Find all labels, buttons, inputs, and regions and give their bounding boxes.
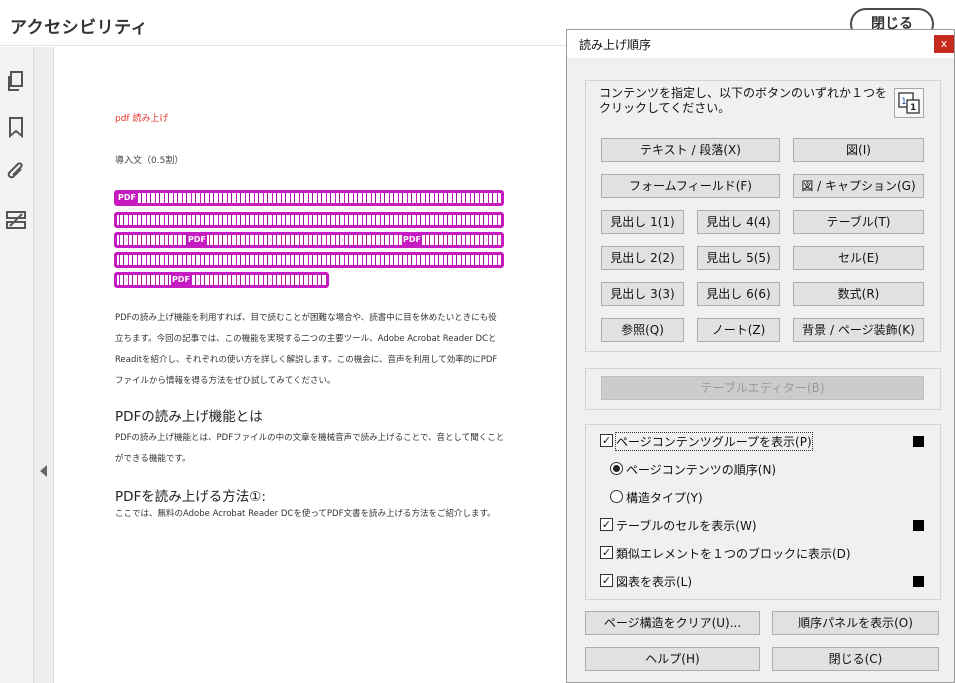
table-editor-button: テーブルエディター(B) <box>601 376 924 400</box>
close-icon[interactable]: x <box>934 35 954 53</box>
show-table-cells-checkbox[interactable]: ✓ <box>600 518 613 531</box>
doc-heading: PDFの読み上げ機能とは <box>115 409 263 425</box>
table-cells-color-swatch[interactable] <box>913 520 924 531</box>
highlight-pdf-tag: PDF <box>171 275 191 285</box>
document-page: pdf 読み上げ 導入文（0.5割） PDF PDF PDF PDF PDFの読… <box>54 47 566 683</box>
heading-3-button[interactable]: 見出し 3(3) <box>601 282 684 306</box>
content-order-radio[interactable] <box>610 462 623 475</box>
show-tables-figures-label[interactable]: 図表を表示(L) <box>616 573 692 590</box>
doc-heading: PDFを読み上げる方法①: <box>115 489 266 505</box>
doc-small-title: pdf 読み上げ <box>115 114 169 124</box>
table-button[interactable]: テーブル(T) <box>793 210 924 234</box>
heading-2-button[interactable]: 見出し 2(2) <box>601 246 684 270</box>
note-button[interactable]: ノート(Z) <box>697 318 780 342</box>
bookmark-icon[interactable] <box>4 115 28 139</box>
svg-text:1: 1 <box>901 97 907 107</box>
highlight-pdf-tag: PDF <box>187 235 207 245</box>
heading-4-button[interactable]: 見出し 4(4) <box>697 210 780 234</box>
svg-text:1: 1 <box>910 103 916 113</box>
show-content-groups-checkbox[interactable]: ✓ <box>600 434 613 447</box>
heading-5-button[interactable]: 見出し 5(5) <box>697 246 780 270</box>
cell-button[interactable]: セル(E) <box>793 246 924 270</box>
collapse-arrow-icon[interactable] <box>40 465 47 477</box>
structure-type-radio[interactable] <box>610 490 623 503</box>
show-tables-figures-checkbox[interactable]: ✓ <box>600 574 613 587</box>
pages-icon[interactable] <box>4 69 28 93</box>
dialog-title: 読み上げ順序 <box>579 38 652 52</box>
show-order-panel-button[interactable]: 順序パネルを表示(O) <box>772 611 939 635</box>
doc-intro: 導入文（0.5割） <box>115 156 184 166</box>
content-order-label[interactable]: ページコンテンツの順序(N) <box>626 461 776 478</box>
show-table-cells-label[interactable]: テーブルのセルを表示(W) <box>616 517 757 534</box>
formula-button[interactable]: 数式(R) <box>793 282 924 306</box>
structure-type-label[interactable]: 構造タイプ(Y) <box>626 489 703 506</box>
close-button[interactable]: 閉じる(C) <box>772 647 939 671</box>
text-paragraph-button[interactable]: テキスト / 段落(X) <box>601 138 780 162</box>
order-highlight-block[interactable] <box>114 212 504 228</box>
reference-button[interactable]: 参照(Q) <box>601 318 684 342</box>
reading-order-dialog: 読み上げ順序 x コンテンツを指定し、以下のボタンのいずれか１つをクリックしてく… <box>566 29 955 683</box>
similar-elements-checkbox[interactable]: ✓ <box>600 546 613 559</box>
attachment-icon[interactable] <box>4 160 28 184</box>
order-highlight-block[interactable]: PDF PDF <box>114 232 504 248</box>
doc-paragraph: ここでは、無料のAdobe Acrobat Reader DCを使ってPDF文書… <box>115 509 496 519</box>
doc-paragraph: PDFの読み上げ機能を利用すれば、目で読むことが困難な場合や、読書中に目を休めた… <box>115 313 498 386</box>
show-content-groups-label[interactable]: ページコンテンツグループを表示(P) <box>615 432 813 451</box>
radio-selected-dot <box>613 465 620 472</box>
clear-page-structure-button[interactable]: ページ構造をクリア(U)... <box>585 611 760 635</box>
highlight-pdf-tag: PDF <box>402 235 422 245</box>
figure-button[interactable]: 図(I) <box>793 138 924 162</box>
dialog-titlebar[interactable]: 読み上げ順序 x <box>567 30 954 58</box>
structure-icon[interactable] <box>4 208 28 232</box>
similar-elements-label[interactable]: 類似エレメントを１つのブロックに表示(D) <box>616 545 851 562</box>
help-button[interactable]: ヘルプ(H) <box>585 647 760 671</box>
figure-caption-button[interactable]: 図 / キャプション(G) <box>793 174 924 198</box>
left-navigation-rail <box>0 47 34 683</box>
heading-1-button[interactable]: 見出し 1(1) <box>601 210 684 234</box>
background-artifact-button[interactable]: 背景 / ページ装飾(K) <box>793 318 924 342</box>
doc-paragraph: PDFの読み上げ機能とは、PDFファイルの中の文章を機械音声で読み上げることで、… <box>115 433 505 464</box>
order-highlight-block[interactable] <box>114 252 504 268</box>
touchup-order-icon[interactable]: 11 <box>894 88 924 118</box>
form-field-button[interactable]: フォームフィールド(F) <box>601 174 780 198</box>
tables-figures-color-swatch[interactable] <box>913 576 924 587</box>
order-highlight-block[interactable]: PDF <box>114 190 504 206</box>
panel-toggle[interactable] <box>34 47 54 683</box>
instruction-text: コンテンツを指定し、以下のボタンのいずれか１つをクリックしてください。 <box>599 86 888 115</box>
content-groups-color-swatch[interactable] <box>913 436 924 447</box>
page-title: アクセシビリティ <box>10 18 149 38</box>
order-highlight-block[interactable]: PDF <box>114 272 329 288</box>
document-viewport[interactable]: pdf 読み上げ 導入文（0.5割） PDF PDF PDF PDF PDFの読… <box>54 47 570 683</box>
highlight-pdf-tag: PDF <box>117 193 137 203</box>
heading-6-button[interactable]: 見出し 6(6) <box>697 282 780 306</box>
